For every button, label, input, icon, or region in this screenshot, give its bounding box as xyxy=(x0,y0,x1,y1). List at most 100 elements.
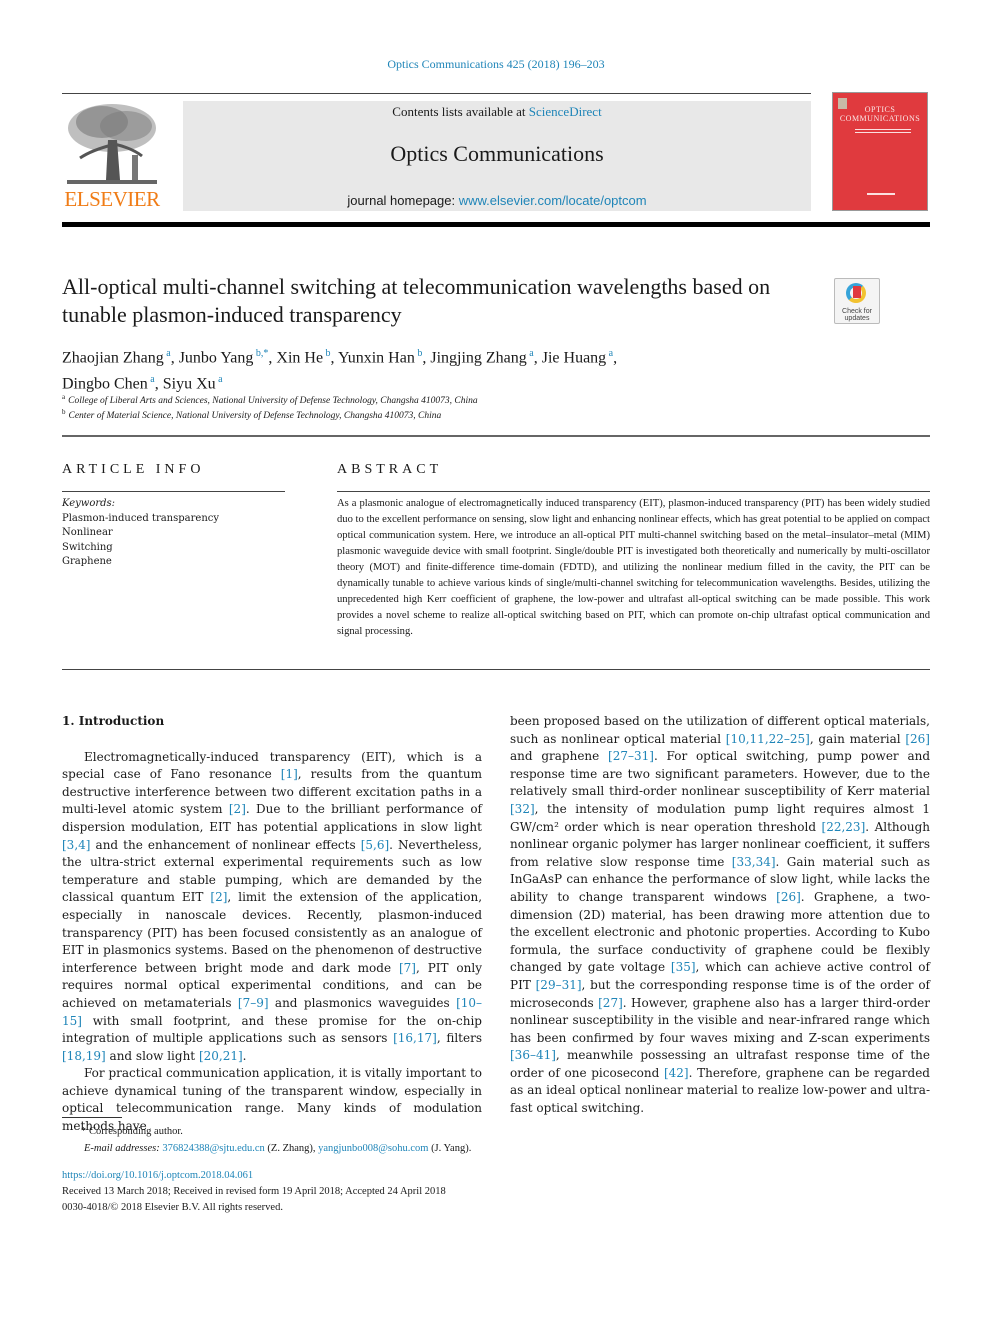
elsevier-wordmark: ELSEVIER xyxy=(64,187,160,211)
header-rule xyxy=(62,93,811,94)
section-rule xyxy=(62,435,930,437)
citation-link[interactable]: [7] xyxy=(399,961,416,975)
citation-link[interactable]: [32] xyxy=(510,802,535,816)
body-column-right: been proposed based on the utilization o… xyxy=(510,713,930,1118)
email-link-zhang[interactable]: 376824388@sjtu.edu.cn xyxy=(162,1143,264,1154)
journal-title: Optics Communications xyxy=(390,141,604,166)
article-title: All-optical multi-channel switching at t… xyxy=(62,274,771,327)
citation-link[interactable]: [16,17] xyxy=(393,1031,437,1045)
citation-link[interactable]: [2] xyxy=(210,890,227,904)
affiliation-mark: a xyxy=(62,393,66,401)
citation-link[interactable]: [18,19] xyxy=(62,1049,106,1063)
citation-link[interactable]: [27–31] xyxy=(608,749,654,763)
author-name[interactable]: Siyu Xu xyxy=(163,376,216,393)
journal-homepage: journal homepage: www.elsevier.com/locat… xyxy=(183,193,811,208)
citation-link[interactable]: [26] xyxy=(776,890,801,904)
sciencedirect-link[interactable]: ScienceDirect xyxy=(529,104,602,119)
citation-link[interactable]: [2] xyxy=(229,802,246,816)
journal-banner: Contents lists available at ScienceDirec… xyxy=(183,101,811,211)
crossmark-label: Check for updates xyxy=(842,308,872,322)
keyword-item: Graphene xyxy=(62,556,112,567)
citation-link[interactable]: [42] xyxy=(664,1066,689,1080)
doi-link[interactable]: https://doi.org/10.1016/j.optcom.2018.04… xyxy=(62,1170,253,1181)
citation-link[interactable]: [36–41] xyxy=(510,1048,556,1062)
citation-link[interactable]: [3,4] xyxy=(62,838,90,852)
citation-link[interactable]: [1] xyxy=(281,767,298,781)
corresponding-author-note: * Corresponding author. xyxy=(62,1123,471,1140)
elsevier-tree-icon xyxy=(67,104,157,184)
elsevier-logo[interactable]: ELSEVIER xyxy=(62,100,162,212)
copyright-line: 0030-4018/© 2018 Elsevier B.V. All right… xyxy=(62,1202,283,1213)
body-column-left: 1. Introduction Electromagnetically-indu… xyxy=(62,713,482,1136)
publication-info: https://doi.org/10.1016/j.optcom.2018.04… xyxy=(62,1168,446,1216)
citation-link[interactable]: [26] xyxy=(905,732,930,746)
keyword-item: Nonlinear xyxy=(62,527,113,538)
header-thick-rule xyxy=(62,222,930,227)
affiliation-text: Center of Material Science, National Uni… xyxy=(68,411,442,422)
affiliation-a: a College of Liberal Arts and Sciences, N… xyxy=(62,393,478,406)
abstract-text: As a plasmonic analogue of electromagnet… xyxy=(337,498,930,637)
email-line: E-mail addresses: 376824388@sjtu.edu.cn … xyxy=(62,1140,471,1157)
citation-link[interactable]: [10,11,22–25] xyxy=(726,732,810,746)
citation-link[interactable]: [29–31] xyxy=(536,978,582,992)
citation-link[interactable]: [5,6] xyxy=(361,838,389,852)
article-info-rule xyxy=(62,491,285,492)
article-info-heading: ARTICLE INFO xyxy=(62,462,205,477)
cover-title: OPTICS COMMUNICATIONS xyxy=(833,105,927,123)
author-affiliation-mark[interactable]: a xyxy=(216,374,222,385)
cover-title-line2: COMMUNICATIONS xyxy=(839,114,921,123)
author-affiliation-mark[interactable]: b,* xyxy=(253,348,269,359)
email-link-yang[interactable]: yangjunbo008@sohu.com xyxy=(318,1143,428,1154)
author-name[interactable]: Dingbo Chen xyxy=(62,376,148,393)
author-name[interactable]: Zhaojian Zhang xyxy=(62,349,164,366)
citation-link[interactable]: [7–9] xyxy=(238,996,269,1010)
author-name[interactable]: Junbo Yang xyxy=(179,349,254,366)
citation-link[interactable]: [33,34] xyxy=(732,855,776,869)
cover-title-line1: OPTICS xyxy=(864,105,896,114)
author-list: Zhaojian Zhang a, Junbo Yang b,*, Xin He… xyxy=(62,348,618,393)
email-owner: (J. Yang). xyxy=(428,1143,472,1154)
left-paragraphs: Electromagnetically-induced transparency… xyxy=(62,749,482,1136)
cover-subtitle-line xyxy=(855,132,911,133)
author-name[interactable]: Jingjing Zhang xyxy=(430,349,526,366)
citation-link[interactable]: [20,21] xyxy=(199,1049,243,1063)
affiliation-b: b Center of Material Science, National Un… xyxy=(62,408,441,421)
cover-subtitle-line xyxy=(855,129,911,130)
corresponding-author-text: Corresponding author. xyxy=(89,1126,183,1137)
author-affiliation-mark[interactable]: a xyxy=(527,348,533,359)
history-dates: Received 13 March 2018; Received in revi… xyxy=(62,1186,446,1197)
footnote-rule xyxy=(62,1117,122,1118)
email-owner: (Z. Zhang), xyxy=(264,1143,319,1154)
check-for-updates-button[interactable]: Check for updates xyxy=(834,278,880,324)
author-affiliation-mark[interactable]: a xyxy=(606,348,613,359)
author-name[interactable]: Xin He xyxy=(276,349,323,366)
author-name[interactable]: Jie Huang xyxy=(542,349,606,366)
author-affiliation-mark[interactable]: b xyxy=(415,348,422,359)
right-paragraphs: been proposed based on the utilization o… xyxy=(510,713,930,1118)
citation-link[interactable]: [10–15] xyxy=(62,996,482,1028)
homepage-prefix: journal homepage: xyxy=(347,193,459,208)
cover-bottom-mark xyxy=(867,193,895,195)
journal-cover-thumbnail[interactable]: OPTICS COMMUNICATIONS xyxy=(832,92,928,211)
keywords-label: Keywords: xyxy=(62,498,116,509)
citation-link[interactable]: [22,23] xyxy=(822,820,866,834)
author-name[interactable]: Yunxin Han xyxy=(338,349,415,366)
section-rule xyxy=(62,669,930,670)
journal-reference[interactable]: Optics Communications 425 (2018) 196–203 xyxy=(0,57,992,72)
email-label: E-mail addresses: xyxy=(84,1143,160,1154)
affiliation-mark: b xyxy=(62,408,66,416)
journal-reference-link[interactable]: Optics Communications 425 (2018) 196–203 xyxy=(387,57,604,71)
footnote-star: * xyxy=(80,1126,86,1137)
keywords-block: Keywords: Plasmon-induced transparency N… xyxy=(62,497,292,570)
homepage-link[interactable]: www.elsevier.com/locate/optcom xyxy=(459,193,647,208)
keyword-item: Plasmon-induced transparency xyxy=(62,512,220,524)
contents-line: Contents lists available at ScienceDirec… xyxy=(183,104,811,120)
citation-link[interactable]: [35] xyxy=(671,960,696,974)
crossmark-bookmark-icon xyxy=(853,286,861,298)
body-paragraph: Electromagnetically-induced transparency… xyxy=(62,749,483,1063)
contents-prefix: Contents lists available at xyxy=(392,104,529,119)
citation-link[interactable]: [27] xyxy=(598,996,623,1010)
author-affiliation-mark[interactable]: a xyxy=(148,374,154,385)
author-affiliation-mark[interactable]: b xyxy=(323,348,331,359)
author-affiliation-mark[interactable]: a xyxy=(164,348,170,359)
